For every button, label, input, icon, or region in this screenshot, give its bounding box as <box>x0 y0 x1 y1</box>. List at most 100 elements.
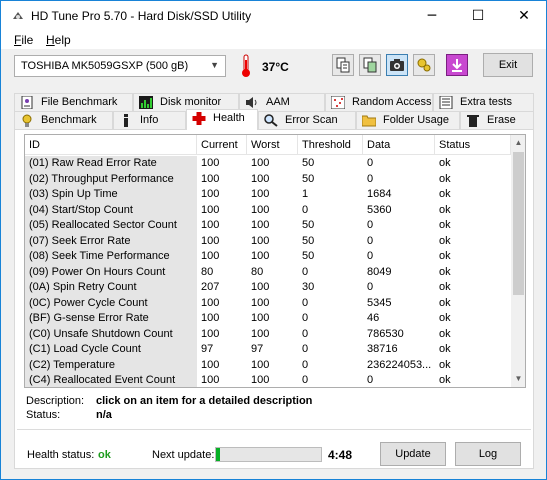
health-status-label: Health status: <box>27 449 95 461</box>
cell-attribute-id: (01) Raw Read Error Rate <box>25 156 197 172</box>
options-button[interactable] <box>413 54 435 76</box>
menu-file[interactable]: File <box>14 33 33 47</box>
extra-tests-icon <box>439 96 453 109</box>
cell-raw-data: 8049 <box>367 265 392 278</box>
cell-attribute-id: (09) Power On Hours Count <box>25 264 197 280</box>
tab-info[interactable]: Info <box>113 111 186 129</box>
next-update-progress <box>215 447 322 462</box>
maximize-button[interactable]: ☐ <box>455 1 501 31</box>
tab-folder-usage[interactable]: Folder Usage <box>356 111 460 129</box>
cell-worst-value: 100 <box>251 327 270 340</box>
tab-random-access[interactable]: Random Access <box>325 93 433 111</box>
table-row[interactable]: (01) Raw Read Error Rate 100 100 50 0 ok <box>25 156 511 172</box>
table-row[interactable]: (C1) Load Cycle Count 97 97 0 38716 ok <box>25 342 511 358</box>
hdtune-app-icon <box>13 12 23 19</box>
tab-extra-tests[interactable]: Extra tests <box>433 93 534 111</box>
menu-help[interactable]: Help <box>46 33 71 47</box>
cell-worst-value: 80 <box>251 265 264 278</box>
table-row[interactable]: (C0) Unsafe Shutdown Count 100 100 0 786530 o… <box>25 326 511 342</box>
table-row[interactable]: (09) Power On Hours Count 80 80 0 8049 ok <box>25 264 511 280</box>
tab-label: Random Access <box>352 96 432 108</box>
cell-current-value: 100 <box>201 327 220 340</box>
column-header-worst[interactable]: Worst <box>247 135 298 155</box>
cell-status-value: ok <box>439 219 451 231</box>
tab-label: Info <box>140 114 159 126</box>
table-row[interactable]: (0C) Power Cycle Count 100 100 0 5345 ok <box>25 295 511 311</box>
cell-worst-value: 100 <box>251 374 270 386</box>
cell-worst-value: 100 <box>251 312 270 324</box>
cell-attribute-id: (08) Seek Time Performance <box>25 249 197 265</box>
cell-current-value: 100 <box>201 219 220 231</box>
cell-worst-value: 100 <box>251 358 270 371</box>
table-row[interactable]: (C4) Reallocated Event Count 100 100 0 0 ok <box>25 373 511 387</box>
tab-benchmark[interactable]: Benchmark <box>14 111 113 129</box>
update-button[interactable]: Update <box>380 442 446 466</box>
cell-status-value: ok <box>439 188 451 200</box>
cell-threshold-value: 0 <box>302 312 309 324</box>
copy-icon <box>336 57 350 73</box>
table-row[interactable]: (02) Throughput Performance 100 100 50 0 ok <box>25 171 511 187</box>
cell-raw-data: 0 <box>367 234 374 247</box>
column-header-data[interactable]: Data <box>363 135 435 155</box>
scroll-up-icon[interactable]: ▲ <box>511 135 525 151</box>
divider <box>17 429 531 430</box>
minimize-button[interactable]: ─ <box>409 1 455 31</box>
cell-status-value: ok <box>439 265 451 278</box>
cell-raw-data: 5345 <box>367 296 392 309</box>
cell-worst-value: 100 <box>251 234 270 247</box>
vertical-scrollbar[interactable]: ▲ ▼ <box>511 135 525 387</box>
table-row[interactable]: (C2) Temperature 100 100 0 236224053... ok <box>25 357 511 373</box>
benchmark-icon <box>22 114 32 127</box>
tab-health[interactable]: Health <box>186 109 258 130</box>
cell-raw-data: 0 <box>367 157 374 169</box>
exit-button[interactable]: Exit <box>483 53 533 77</box>
table-row[interactable]: (05) Reallocated Sector Count 100 100 50 0 ok <box>25 218 511 234</box>
table-row[interactable]: (BF) G-sense Error Rate 100 100 0 46 ok <box>25 311 511 327</box>
cell-worst-value: 100 <box>251 296 270 309</box>
tab-error-scan[interactable]: Error Scan <box>258 111 356 129</box>
cell-worst-value: 100 <box>251 172 270 185</box>
tab-erase[interactable]: Erase <box>460 111 534 129</box>
table-row[interactable]: (08) Seek Time Performance 100 100 50 0 ok <box>25 249 511 265</box>
scrollbar-thumb[interactable] <box>513 152 524 295</box>
close-button[interactable]: ✕ <box>501 1 547 31</box>
cell-current-value: 80 <box>201 265 214 278</box>
cell-status-value: ok <box>439 312 451 324</box>
table-row[interactable]: (0A) Spin Retry Count 207 100 30 0 ok <box>25 280 511 296</box>
cell-current-value: 100 <box>201 157 220 169</box>
save-button[interactable] <box>446 54 468 76</box>
scroll-down-icon[interactable]: ▼ <box>511 371 525 387</box>
cell-status-value: ok <box>439 203 451 216</box>
log-button[interactable]: Log <box>455 442 521 466</box>
chevron-down-icon: ▼ <box>210 60 219 70</box>
cell-threshold-value: 0 <box>302 203 309 216</box>
camera-icon <box>390 59 404 71</box>
cell-attribute-id: (02) Throughput Performance <box>25 171 197 187</box>
column-header-id[interactable]: ID <box>25 135 197 155</box>
screenshot-button[interactable] <box>386 54 408 76</box>
cell-threshold-value: 1 <box>302 188 309 200</box>
title-bar[interactable]: HD Tune Pro 5.70 - Hard Disk/SSD Utility… <box>1 1 546 31</box>
folder-icon <box>362 115 376 127</box>
tab-file-benchmark[interactable]: File Benchmark <box>14 93 133 111</box>
copy-button[interactable] <box>332 54 354 76</box>
cell-raw-data: 0 <box>367 172 374 185</box>
column-header-status[interactable]: Status <box>435 135 511 155</box>
window-title: HD Tune Pro 5.70 - Hard Disk/SSD Utility <box>31 9 252 23</box>
table-row[interactable]: (07) Seek Error Rate 100 100 50 0 ok <box>25 233 511 249</box>
column-header-current[interactable]: Current <box>197 135 247 155</box>
trash-icon <box>467 115 479 127</box>
cell-threshold-value: 0 <box>302 296 309 309</box>
copy-screenshot-button[interactable] <box>359 54 381 76</box>
drive-select[interactable]: TOSHIBA MK5059GSXP (500 gB) ▼ <box>14 55 226 77</box>
table-row[interactable]: (04) Start/Stop Count 100 100 0 5360 ok <box>25 202 511 218</box>
tab-label: Error Scan <box>285 114 338 126</box>
cell-raw-data: 5360 <box>367 203 392 216</box>
table-row[interactable]: (03) Spin Up Time 100 100 1 1684 ok <box>25 187 511 203</box>
cell-attribute-id: (05) Reallocated Sector Count <box>25 218 197 234</box>
smart-table[interactable]: ID Current Worst Threshold Data Status (… <box>24 134 526 388</box>
cell-attribute-id: (BF) G-sense Error Rate <box>25 311 197 327</box>
file-benchmark-icon <box>21 96 33 109</box>
column-header-threshold[interactable]: Threshold <box>298 135 363 155</box>
cell-raw-data: 0 <box>367 219 374 231</box>
